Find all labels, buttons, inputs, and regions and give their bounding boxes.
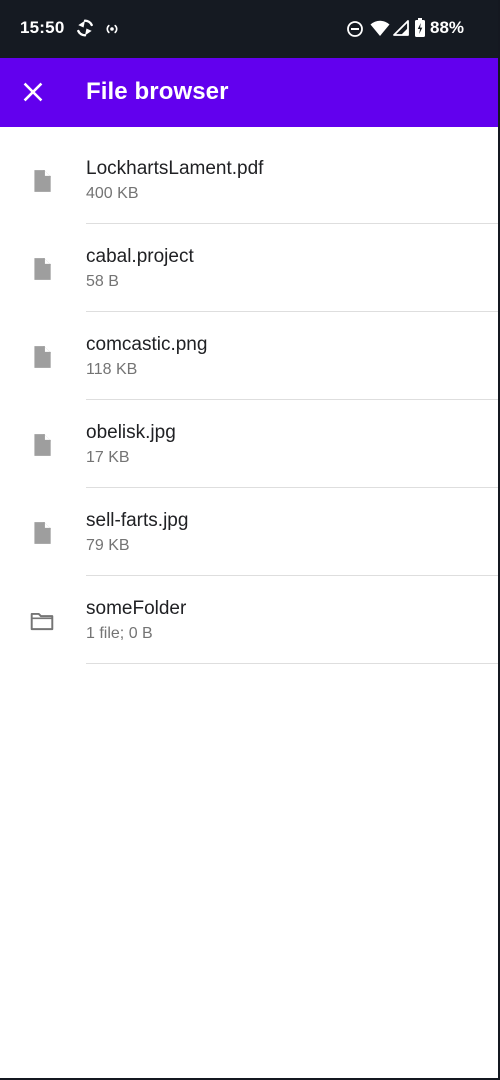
list-item[interactable]: sell-farts.jpg 79 KB bbox=[0, 488, 498, 576]
status-bar: 15:50 88% bbox=[0, 0, 500, 58]
file-icon bbox=[34, 346, 51, 368]
list-item[interactable]: LockhartsLament.pdf 400 KB bbox=[0, 136, 498, 224]
close-button[interactable] bbox=[10, 69, 56, 115]
file-size: 400 KB bbox=[86, 185, 139, 202]
list-divider bbox=[86, 663, 498, 664]
status-time: 15:50 bbox=[20, 18, 65, 37]
file-list: LockhartsLament.pdf 400 KB cabal.project… bbox=[0, 136, 498, 664]
file-icon bbox=[34, 258, 51, 280]
file-icon bbox=[34, 522, 51, 544]
file-icon bbox=[34, 434, 51, 456]
list-item-text: sell-farts.jpg 79 KB bbox=[86, 509, 484, 558]
file-name: cabal.project bbox=[86, 246, 194, 267]
battery-icon bbox=[415, 18, 425, 37]
file-size: 79 KB bbox=[86, 537, 130, 554]
list-item-text: comcastic.png 118 KB bbox=[86, 333, 484, 382]
list-item-text: someFolder 1 file; 0 B bbox=[86, 597, 484, 646]
folder-summary: 1 file; 0 B bbox=[86, 625, 153, 642]
sync-icon bbox=[77, 19, 93, 37]
wifi-icon bbox=[370, 20, 390, 36]
list-item-text: LockhartsLament.pdf 400 KB bbox=[86, 157, 484, 206]
file-size: 17 KB bbox=[86, 449, 130, 466]
file-name: comcastic.png bbox=[86, 334, 208, 355]
battery-percentage: 88% bbox=[430, 18, 465, 37]
file-size: 58 B bbox=[86, 273, 119, 290]
list-item[interactable]: comcastic.png 118 KB bbox=[0, 312, 498, 400]
do-not-disturb-icon bbox=[347, 21, 363, 37]
close-icon bbox=[23, 82, 43, 102]
file-name: obelisk.jpg bbox=[86, 422, 176, 443]
list-item-text: obelisk.jpg 17 KB bbox=[86, 421, 484, 470]
file-size: 118 KB bbox=[86, 361, 138, 378]
file-browser-screen: 15:50 88% File browser LockhartsLament.p… bbox=[0, 0, 500, 1080]
page-title: File browser bbox=[86, 78, 229, 105]
file-icon bbox=[34, 170, 51, 192]
list-item[interactable]: obelisk.jpg 17 KB bbox=[0, 400, 498, 488]
app-bar: File browser bbox=[0, 58, 498, 127]
list-item-text: cabal.project 58 B bbox=[86, 245, 484, 294]
signal-icon bbox=[393, 20, 409, 36]
file-name: sell-farts.jpg bbox=[86, 510, 189, 531]
folder-name: someFolder bbox=[86, 598, 187, 619]
file-name: LockhartsLament.pdf bbox=[86, 158, 264, 179]
hotspot-icon bbox=[106, 24, 118, 34]
list-item[interactable]: someFolder 1 file; 0 B bbox=[0, 576, 498, 664]
folder-icon bbox=[30, 612, 54, 631]
list-item[interactable]: cabal.project 58 B bbox=[0, 224, 498, 312]
